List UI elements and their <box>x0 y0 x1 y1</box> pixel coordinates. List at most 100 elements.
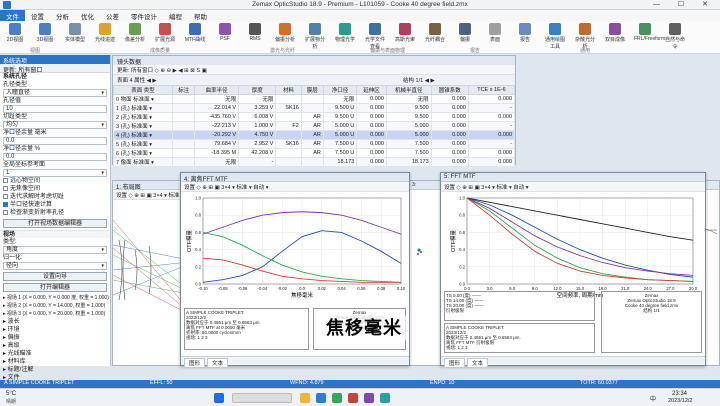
table-cell[interactable] <box>172 139 196 149</box>
table-cell[interactable]: 0.000 <box>467 157 516 167</box>
table-cell[interactable]: 5.000 U <box>322 130 358 140</box>
input-language[interactable]: 中 <box>650 394 656 403</box>
table-cell[interactable]: 1 (孔) 标准面 ▾ <box>112 103 174 113</box>
table-cell[interactable] <box>300 103 324 113</box>
ribbon-button[interactable]: 偏振 <box>454 23 476 43</box>
apodization-select[interactable]: 均匀 ▾ <box>3 121 107 129</box>
focus-mtf-toolbar[interactable]: 设置 ◇ ⊕ ⊞ ▣ 3×4 ▾ 标准 ▾ 自动 ▾ <box>181 182 409 192</box>
table-cell[interactable]: SK16 <box>275 139 302 149</box>
table-cell[interactable]: AR <box>300 139 324 149</box>
open-editor-button[interactable]: 打开编辑器 <box>3 283 107 292</box>
table-cell[interactable] <box>300 94 324 104</box>
table-cell[interactable] <box>172 157 196 167</box>
field-list-item[interactable]: ▸ 视场 2 (X = 0.000, Y = 14.000, 权重 = 1.00… <box>0 302 110 310</box>
start-icon[interactable] <box>214 393 224 403</box>
table-row[interactable]: 7 像面 标准面 ▾ 无限 -18.173 0.000 18.173 0.000 0.000 <box>112 157 516 167</box>
table-row[interactable]: 1 (孔) 标准面 ▾ 22.014 V 3.259 V SK16 9.500 U 0.0… <box>112 103 516 113</box>
section-item[interactable]: ▸ 材料库 <box>0 358 110 366</box>
column-header[interactable]: 表面 类型 <box>112 85 174 95</box>
clock-date[interactable]: 2023/12/2 <box>668 398 692 404</box>
table-cell[interactable]: 7.500 U <box>322 139 358 149</box>
ribbon-button[interactable]: 表面 <box>484 23 506 43</box>
table-cell[interactable]: 42.208 V <box>238 148 277 158</box>
table-cell[interactable]: 0.000 <box>356 112 387 122</box>
ribbon-button[interactable]: 扩展物分析 <box>304 23 326 50</box>
app2-icon[interactable] <box>364 393 374 403</box>
weather-temp[interactable]: 5°C <box>6 391 16 397</box>
table-cell[interactable]: 5.000 U <box>322 121 358 131</box>
focus-mtf-tab[interactable]: 4: 离焦FFT MTF <box>181 173 409 183</box>
section-item[interactable]: ▸ 偏振 <box>0 334 110 342</box>
table-cell[interactable]: - <box>467 103 516 113</box>
normalization-select[interactable]: 径向 ▾ <box>3 262 107 270</box>
table-cell[interactable]: 0.000 <box>430 103 469 113</box>
table-cell[interactable]: 9.500 <box>385 103 432 113</box>
ribbon-button[interactable]: 物理光学 <box>334 23 356 43</box>
table-cell[interactable]: - <box>238 157 277 167</box>
table-cell[interactable]: SK16 <box>275 103 302 113</box>
field-type-select[interactable]: 角度 ▾ <box>3 246 107 254</box>
table-cell[interactable] <box>275 94 302 104</box>
table-cell[interactable]: AR <box>300 121 324 131</box>
table-cell[interactable]: 4 (孔) 标准面 ▾ <box>112 130 174 140</box>
table-cell[interactable]: 0.000 <box>356 148 387 158</box>
aperture-type-select[interactable]: 入瞳直径 ▾ <box>3 89 107 97</box>
table-cell[interactable]: 1.000 V <box>238 121 277 131</box>
table-cell[interactable]: 5.000 <box>385 130 432 140</box>
table-cell[interactable]: 0.000 <box>356 139 387 149</box>
app3-icon[interactable] <box>380 393 390 403</box>
section-aperture[interactable]: 系统孔径 <box>0 73 110 81</box>
ribbon-button[interactable]: 高斯光束 <box>394 23 416 43</box>
ribbon-button[interactable]: 2D视图 <box>4 23 26 43</box>
global-ref-select[interactable]: 1 ▾ <box>3 169 107 177</box>
table-cell[interactable]: 0.000 <box>356 157 387 167</box>
section-item[interactable]: ▸ 高级 <box>0 342 110 350</box>
table-cell[interactable] <box>275 112 302 122</box>
table-cell[interactable]: 无限 <box>194 94 240 104</box>
table-cell[interactable] <box>172 130 196 140</box>
table-cell[interactable]: 7 像面 标准面 ▾ <box>112 157 174 167</box>
table-cell[interactable]: 0.000 <box>430 139 469 149</box>
table-cell[interactable]: 0.000 <box>430 94 469 104</box>
table-cell[interactable] <box>275 130 302 140</box>
zemax-taskbar-icon[interactable] <box>348 393 358 403</box>
checkbox[interactable] <box>3 194 8 199</box>
table-cell[interactable]: 0.000 <box>356 130 387 140</box>
table-cell[interactable]: 0.000 <box>356 121 387 131</box>
section-item[interactable]: ▸ 光线瞄准 <box>0 350 110 358</box>
checkbox[interactable] <box>3 210 8 215</box>
table-cell[interactable]: 0.000 <box>430 148 469 158</box>
table-cell[interactable]: 2.952 V <box>238 139 277 149</box>
table-cell[interactable]: 0.000 <box>356 94 387 104</box>
update-selector[interactable]: 更新: 所有窗口 <box>0 64 110 74</box>
checkbox-row[interactable]: 半口径快速计算 <box>0 201 110 209</box>
table-cell[interactable]: 5 (孔) 标准面 ▾ <box>112 139 174 149</box>
checkbox-row[interactable]: 迭代求解时考虑切趾 <box>0 193 110 201</box>
open-field-editor-button[interactable]: 打开视场数据编辑器 <box>3 219 107 228</box>
ribbon-button[interactable]: 双目成像 <box>604 23 626 43</box>
column-header[interactable]: 曲率半径 <box>194 85 240 95</box>
field-wizard-button[interactable]: 设置向导 <box>3 272 107 281</box>
ribbon-button[interactable]: FRL/Freeform <box>634 23 665 42</box>
table-cell[interactable]: 9.500 <box>385 112 432 122</box>
table-cell[interactable]: 0.000 <box>467 94 516 104</box>
ribbon-button[interactable]: 扩展光源 <box>154 23 176 43</box>
fft-mtf-toolbar[interactable]: 设置 ◇ ⊕ ⊞ ▣ 3×4 ▾ 标准 ▾ 自动 ▾ <box>441 182 705 192</box>
graph-tab[interactable]: 图形 <box>444 358 466 368</box>
table-row[interactable]: 2 (孔) 标准面 ▾ -435.760 V 6.008 V AR 9.500 U 0.0… <box>112 112 516 122</box>
checkbox[interactable] <box>3 202 8 207</box>
app-icon[interactable] <box>332 393 342 403</box>
search-input[interactable] <box>232 393 292 403</box>
table-cell[interactable]: 无限 <box>385 94 432 104</box>
window-controls[interactable]: — ☐ ✕ <box>653 0 716 8</box>
table-cell[interactable]: 0.000 <box>467 148 516 158</box>
table-cell[interactable]: -22.213 V <box>194 121 240 131</box>
table-row[interactable]: 3 (孔) 标准面 ▾ -22.213 V 1.000 V F2 AR 5.000 U 0.… <box>112 121 516 131</box>
checkbox[interactable] <box>3 186 8 191</box>
column-header[interactable]: 圆锥系数 <box>430 85 469 95</box>
table-row[interactable]: 4 (孔) 标准面 ▾ -20.292 V 4.750 V AR 5.000 U 0.00… <box>112 130 516 140</box>
table-cell[interactable] <box>275 148 302 158</box>
section-field[interactable]: 视场 <box>0 230 110 238</box>
table-cell[interactable]: 9.500 U <box>322 103 358 113</box>
table-cell[interactable]: AR <box>300 112 324 122</box>
